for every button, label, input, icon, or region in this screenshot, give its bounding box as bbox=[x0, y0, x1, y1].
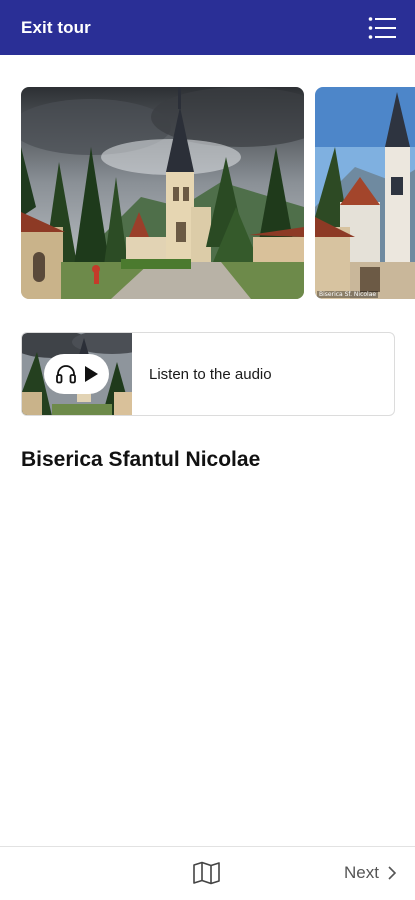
next-button[interactable]: Next bbox=[344, 861, 397, 885]
image-carousel[interactable]: Biserica Sf. Nicolae bbox=[0, 87, 415, 299]
photo-credit: Biserica Sf. Nicolae bbox=[317, 291, 379, 298]
exit-tour-button[interactable]: Exit tour bbox=[21, 18, 91, 38]
headphones-icon bbox=[55, 365, 76, 384]
stop-title: Biserica Sfantul Nicolae bbox=[21, 448, 261, 471]
bottom-navigation: Next bbox=[0, 846, 415, 900]
play-icon bbox=[84, 366, 98, 382]
church-photo bbox=[315, 87, 415, 299]
next-label: Next bbox=[344, 863, 379, 882]
gallery-image-2[interactable]: Biserica Sf. Nicolae bbox=[315, 87, 415, 299]
chevron-right-icon bbox=[388, 866, 397, 880]
audio-thumbnail bbox=[22, 333, 132, 415]
gallery-image-1[interactable] bbox=[21, 87, 304, 299]
play-audio-button[interactable] bbox=[44, 354, 109, 394]
top-app-bar: Exit tour bbox=[0, 0, 415, 55]
audio-card[interactable]: Listen to the audio bbox=[21, 332, 395, 416]
list-menu-icon[interactable] bbox=[368, 16, 396, 40]
church-photo bbox=[21, 87, 304, 299]
listen-audio-label: Listen to the audio bbox=[149, 365, 272, 383]
map-icon[interactable] bbox=[192, 861, 222, 885]
